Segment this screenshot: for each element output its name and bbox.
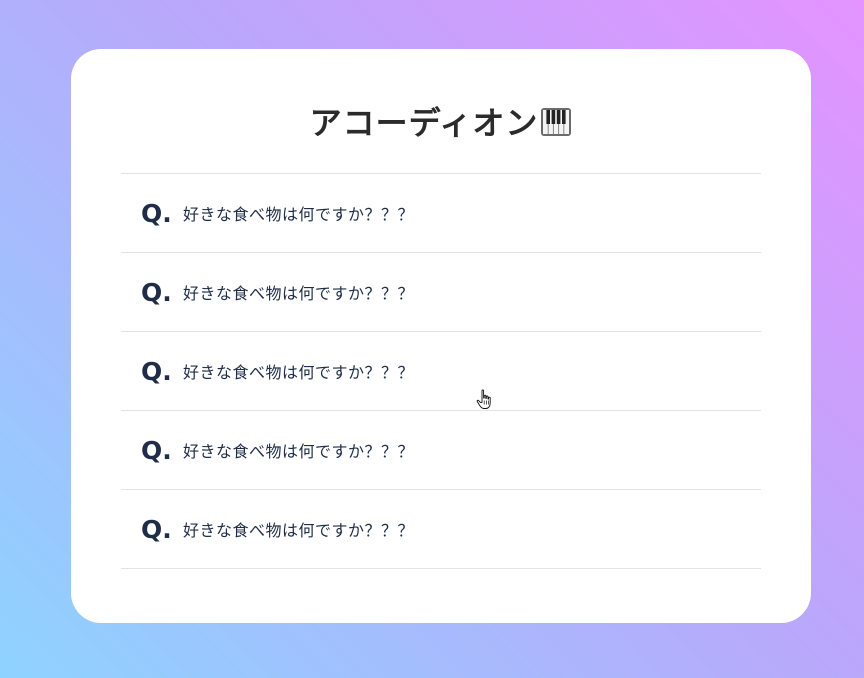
faq-item[interactable]: Q. 好きな食べ物は何ですか？？？ bbox=[121, 411, 761, 490]
question-marker: Q. bbox=[141, 277, 172, 307]
faq-item[interactable]: Q. 好きな食べ物は何ですか？？？ bbox=[121, 253, 761, 332]
question-marker: Q. bbox=[141, 198, 172, 228]
faq-item[interactable]: Q. 好きな食べ物は何ですか？？？ bbox=[121, 332, 761, 411]
faq-item[interactable]: Q. 好きな食べ物は何ですか？？？ bbox=[121, 490, 761, 569]
question-marker: Q. bbox=[141, 514, 172, 544]
hand-pointer-icon bbox=[476, 389, 491, 409]
page-title-text: アコーディオン bbox=[309, 104, 539, 142]
question-text: 好きな食べ物は何ですか？？？ bbox=[183, 284, 415, 303]
faq-list: Q. 好きな食べ物は何ですか？？？ Q. 好きな食べ物は何ですか？？？ Q. 好… bbox=[121, 173, 761, 569]
page-title: アコーディオン bbox=[71, 101, 811, 145]
question-marker: Q. bbox=[141, 435, 172, 465]
question-text: 好きな食べ物は何ですか？？？ bbox=[183, 442, 415, 461]
question-text: 好きな食べ物は何ですか？？？ bbox=[183, 205, 415, 224]
faq-item[interactable]: Q. 好きな食べ物は何ですか？？？ bbox=[121, 174, 761, 253]
accordion-card: アコーディオン Q. 好きな食べ物は何ですか？？？ Q. 好きな食べ物は何ですか… bbox=[71, 49, 811, 623]
piano-keyboard-icon bbox=[541, 108, 572, 136]
question-marker: Q. bbox=[141, 356, 172, 386]
question-text: 好きな食べ物は何ですか？？？ bbox=[183, 521, 415, 540]
question-text: 好きな食べ物は何ですか？？？ bbox=[183, 363, 415, 382]
